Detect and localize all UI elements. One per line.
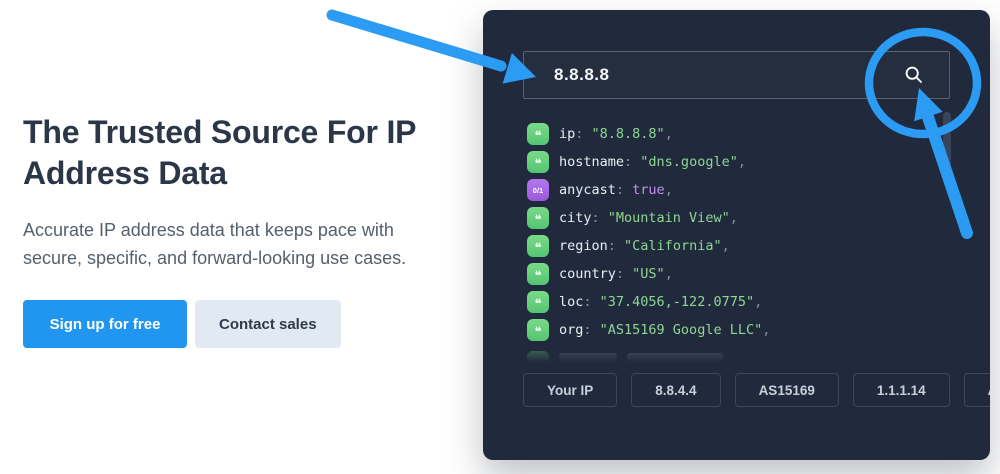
- string-badge-icon: ❝: [527, 207, 549, 229]
- json-line: country: "US",: [559, 266, 673, 282]
- example-chip[interactable]: 8.8.4.4: [631, 373, 721, 407]
- hero-buttons: Sign up for free Contact sales: [23, 300, 483, 348]
- string-badge-icon: [527, 351, 549, 363]
- json-scrollbar-thumb[interactable]: [943, 112, 951, 172]
- faded-text-bar: [559, 353, 617, 363]
- example-chip[interactable]: AS15169: [734, 373, 839, 407]
- page-title-line1: The Trusted Source For IP: [23, 114, 417, 150]
- json-row-faded: [527, 351, 767, 363]
- page-subtitle: Accurate IP address data that keeps pace…: [23, 216, 483, 272]
- json-row: ❝ loc: "37.4056,-122.0775",: [527, 291, 770, 313]
- search-icon: [904, 65, 924, 85]
- page-title-line2: Address Data: [23, 155, 227, 191]
- json-row: ❝ ip: "8.8.8.8",: [527, 123, 770, 145]
- page-subtitle-line1: Accurate IP address data that keeps pace…: [23, 220, 394, 240]
- string-badge-icon: ❝: [527, 235, 549, 257]
- string-badge-icon: ❝: [527, 263, 549, 285]
- signup-button[interactable]: Sign up for free: [23, 300, 187, 348]
- json-line: org: "AS15169 Google LLC",: [559, 322, 771, 338]
- string-badge-icon: ❝: [527, 291, 549, 313]
- json-output: ❝ ip: "8.8.8.8", ❝ hostname: "dns.google", 0…: [527, 123, 770, 341]
- json-row: ❝ country: "US",: [527, 263, 770, 285]
- boolean-badge-icon: 0/1: [527, 179, 549, 201]
- string-badge-icon: ❝: [527, 151, 549, 173]
- example-chip[interactable]: Your IP: [523, 373, 618, 407]
- search-button[interactable]: [893, 52, 935, 98]
- json-row: ❝ org: "AS15169 Google LLC",: [527, 319, 770, 341]
- hero-copy: The Trusted Source For IP Address Data A…: [23, 112, 483, 348]
- json-row: 0/1 anycast: true,: [527, 179, 770, 201]
- page-subtitle-line2: secure, specific, and forward-looking us…: [23, 248, 407, 268]
- hero-section: The Trusted Source For IP Address Data A…: [0, 0, 1000, 474]
- json-line: city: "Mountain View",: [559, 210, 738, 226]
- json-row: ❝ city: "Mountain View",: [527, 207, 770, 229]
- search-input[interactable]: 8.8.8.8: [523, 51, 950, 99]
- contact-sales-button[interactable]: Contact sales: [195, 300, 341, 348]
- faded-text-bar: [627, 353, 723, 363]
- json-line: loc: "37.4056,-122.0775",: [559, 294, 763, 310]
- string-badge-icon: ❝: [527, 319, 549, 341]
- json-line: ip: "8.8.8.8",: [559, 126, 673, 142]
- ip-lookup-panel: 8.8.8.8 ❝ ip: "8.8.8.8", ❝ hostname: "dns.g…: [483, 10, 990, 460]
- example-chip[interactable]: 1.1.1.14: [852, 373, 950, 407]
- json-row: ❝ region: "California",: [527, 235, 770, 257]
- string-badge-icon: ❝: [527, 123, 549, 145]
- json-row: ❝ hostname: "dns.google",: [527, 151, 770, 173]
- json-line: anycast: true,: [559, 182, 673, 198]
- search-query-text: 8.8.8.8: [554, 65, 610, 84]
- json-line: region: "California",: [559, 238, 730, 254]
- example-chip[interactable]: AS4519: [963, 373, 990, 407]
- page-title: The Trusted Source For IP Address Data: [23, 112, 483, 194]
- example-chips: Your IP 8.8.4.4 AS15169 1.1.1.14 AS4519: [523, 373, 990, 407]
- json-line: hostname: "dns.google",: [559, 154, 746, 170]
